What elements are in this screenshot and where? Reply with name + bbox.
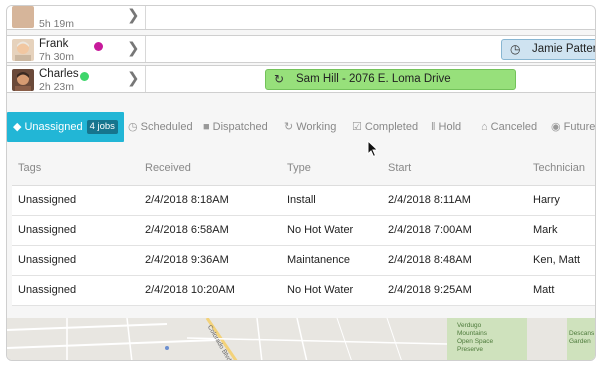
column-header[interactable]: Tags — [18, 162, 41, 174]
technician-row[interactable]: Frank 7h 30m ❯ ◷ Jamie Patter — [7, 35, 595, 63]
tags-cell: Unassigned — [18, 224, 77, 236]
job-label: Sam Hill - 2076 E. Loma Drive — [296, 73, 451, 85]
tab-scheduled[interactable]: ◷ Scheduled — [128, 112, 193, 142]
technician-duration: 5h 19m — [39, 18, 75, 30]
table-row[interactable]: Unassigned 2/4/2018 9:36AM Maintanence 2… — [12, 246, 595, 276]
eye-icon: ◉ — [551, 121, 561, 133]
received-cell: 2/4/2018 10:20AM — [145, 284, 235, 296]
tab-label: Working — [296, 121, 337, 133]
table-row[interactable]: Unassigned 2/4/2018 10:20AM No Hot Water… — [12, 276, 595, 306]
start-cell: 2/4/2018 9:25AM — [388, 284, 472, 296]
technician-duration: 2h 23m — [39, 81, 75, 93]
chevron-right-icon[interactable]: ❯ — [127, 70, 140, 88]
pause-icon: ‖ — [431, 121, 436, 133]
tab-label: Hold — [438, 121, 462, 133]
tab-hold[interactable]: ‖ Hold — [431, 112, 461, 142]
refresh-icon: ↻ — [284, 121, 294, 133]
technician-row[interactable]: 5h 19m ❯ — [7, 6, 595, 30]
technician-name: Charles — [39, 68, 79, 80]
map[interactable]: Verdugo Mountains Open Space Preserve De… — [7, 318, 595, 360]
job-label: Jamie Patter — [532, 43, 596, 55]
tags-cell: Unassigned — [18, 254, 77, 266]
tab-label: Completed — [364, 121, 419, 133]
avatar — [12, 39, 34, 61]
table-header: Tags Received Type Start Technician — [12, 152, 595, 186]
chevron-right-icon[interactable]: ❯ — [127, 40, 140, 58]
technician-duration: 7h 30m — [39, 51, 75, 63]
type-cell: Maintanence — [287, 254, 350, 266]
technician-cell: Mark — [533, 224, 558, 236]
tab-dispatched[interactable]: ■ Dispatched — [203, 112, 268, 142]
clock-icon: ◷ — [510, 42, 521, 56]
truck-icon: ■ — [203, 121, 210, 133]
start-cell: 2/4/2018 8:48AM — [388, 254, 472, 266]
technician-cell: Harry — [533, 194, 560, 206]
status-tabs: ◆ Unassigned 4 jobs ◷ Scheduled ■ Dispatched… — [7, 112, 595, 142]
chevron-right-icon[interactable]: ❯ — [127, 7, 140, 25]
checkbox-icon: ☑ — [352, 121, 362, 133]
job-count-badge: 4 jobs — [86, 120, 118, 135]
map-label: Garden — [569, 338, 591, 345]
received-cell: 2/4/2018 8:18AM — [145, 194, 229, 206]
tab-working[interactable]: ↻ Working — [284, 112, 336, 142]
table-row[interactable]: Unassigned 2/4/2018 6:58AM No Hot Water … — [12, 216, 595, 246]
column-header[interactable]: Received — [145, 162, 191, 174]
tags-cell: Unassigned — [18, 284, 77, 296]
type-cell: Install — [287, 194, 316, 206]
tag-icon: ◆ — [13, 121, 22, 133]
tab-completed[interactable]: ☑ Completed — [352, 112, 418, 142]
status-indicator — [94, 42, 103, 51]
tab-future[interactable]: ◉ Future — [551, 112, 595, 142]
tab-label: Future — [563, 121, 596, 133]
tab-label: Scheduled — [140, 121, 193, 133]
column-header[interactable]: Start — [388, 162, 411, 174]
tab-label: Canceled — [490, 121, 538, 133]
start-cell: 2/4/2018 7:00AM — [388, 224, 472, 236]
clock-icon: ◷ — [128, 121, 138, 133]
received-cell: 2/4/2018 6:58AM — [145, 224, 229, 236]
technician-cell: Matt — [533, 284, 555, 296]
technician-cell: Ken, Matt — [533, 254, 581, 266]
mouse-cursor-icon — [367, 140, 379, 158]
column-header[interactable]: Technician — [533, 162, 585, 174]
trash-icon: ⌂ — [481, 121, 488, 133]
map-label: Open Space — [457, 338, 494, 345]
avatar — [12, 69, 34, 91]
received-cell: 2/4/2018 9:36AM — [145, 254, 229, 266]
refresh-icon: ↻ — [274, 72, 285, 86]
type-cell: No Hot Water — [287, 224, 354, 236]
map-label: Descans — [569, 330, 595, 337]
tab-unassigned[interactable]: ◆ Unassigned 4 jobs — [7, 112, 124, 142]
app-window: 5h 19m ❯ Frank 7h 30m ❯ ◷ Jamie Patter C… — [6, 5, 596, 361]
map-roads — [7, 318, 595, 360]
job-block[interactable]: ↻ Sam Hill - 2076 E. Loma Drive — [265, 69, 516, 90]
column-header[interactable]: Type — [287, 162, 311, 174]
tags-cell: Unassigned — [18, 194, 77, 206]
map-label: Verdugo — [457, 322, 482, 329]
jobs-table: Tags Received Type Start Technician Unas… — [12, 152, 595, 306]
type-cell: No Hot Water — [287, 284, 354, 296]
status-indicator — [80, 72, 89, 81]
avatar — [12, 6, 34, 28]
technician-name: Frank — [39, 38, 69, 50]
job-block[interactable]: ◷ Jamie Patter — [501, 39, 596, 60]
technician-row[interactable]: Charles 2h 23m ❯ ↻ Sam Hill - 2076 E. Lo… — [7, 65, 595, 93]
table-row[interactable]: Unassigned 2/4/2018 8:18AM Install 2/4/2… — [12, 186, 595, 216]
map-label: Mountains — [457, 330, 487, 337]
map-label: Preserve — [457, 346, 484, 353]
tab-label: Dispatched — [212, 121, 268, 133]
start-cell: 2/4/2018 8:11AM — [388, 194, 471, 206]
tab-canceled[interactable]: ⌂ Canceled — [481, 112, 537, 142]
tab-label: Unassigned — [24, 121, 83, 133]
